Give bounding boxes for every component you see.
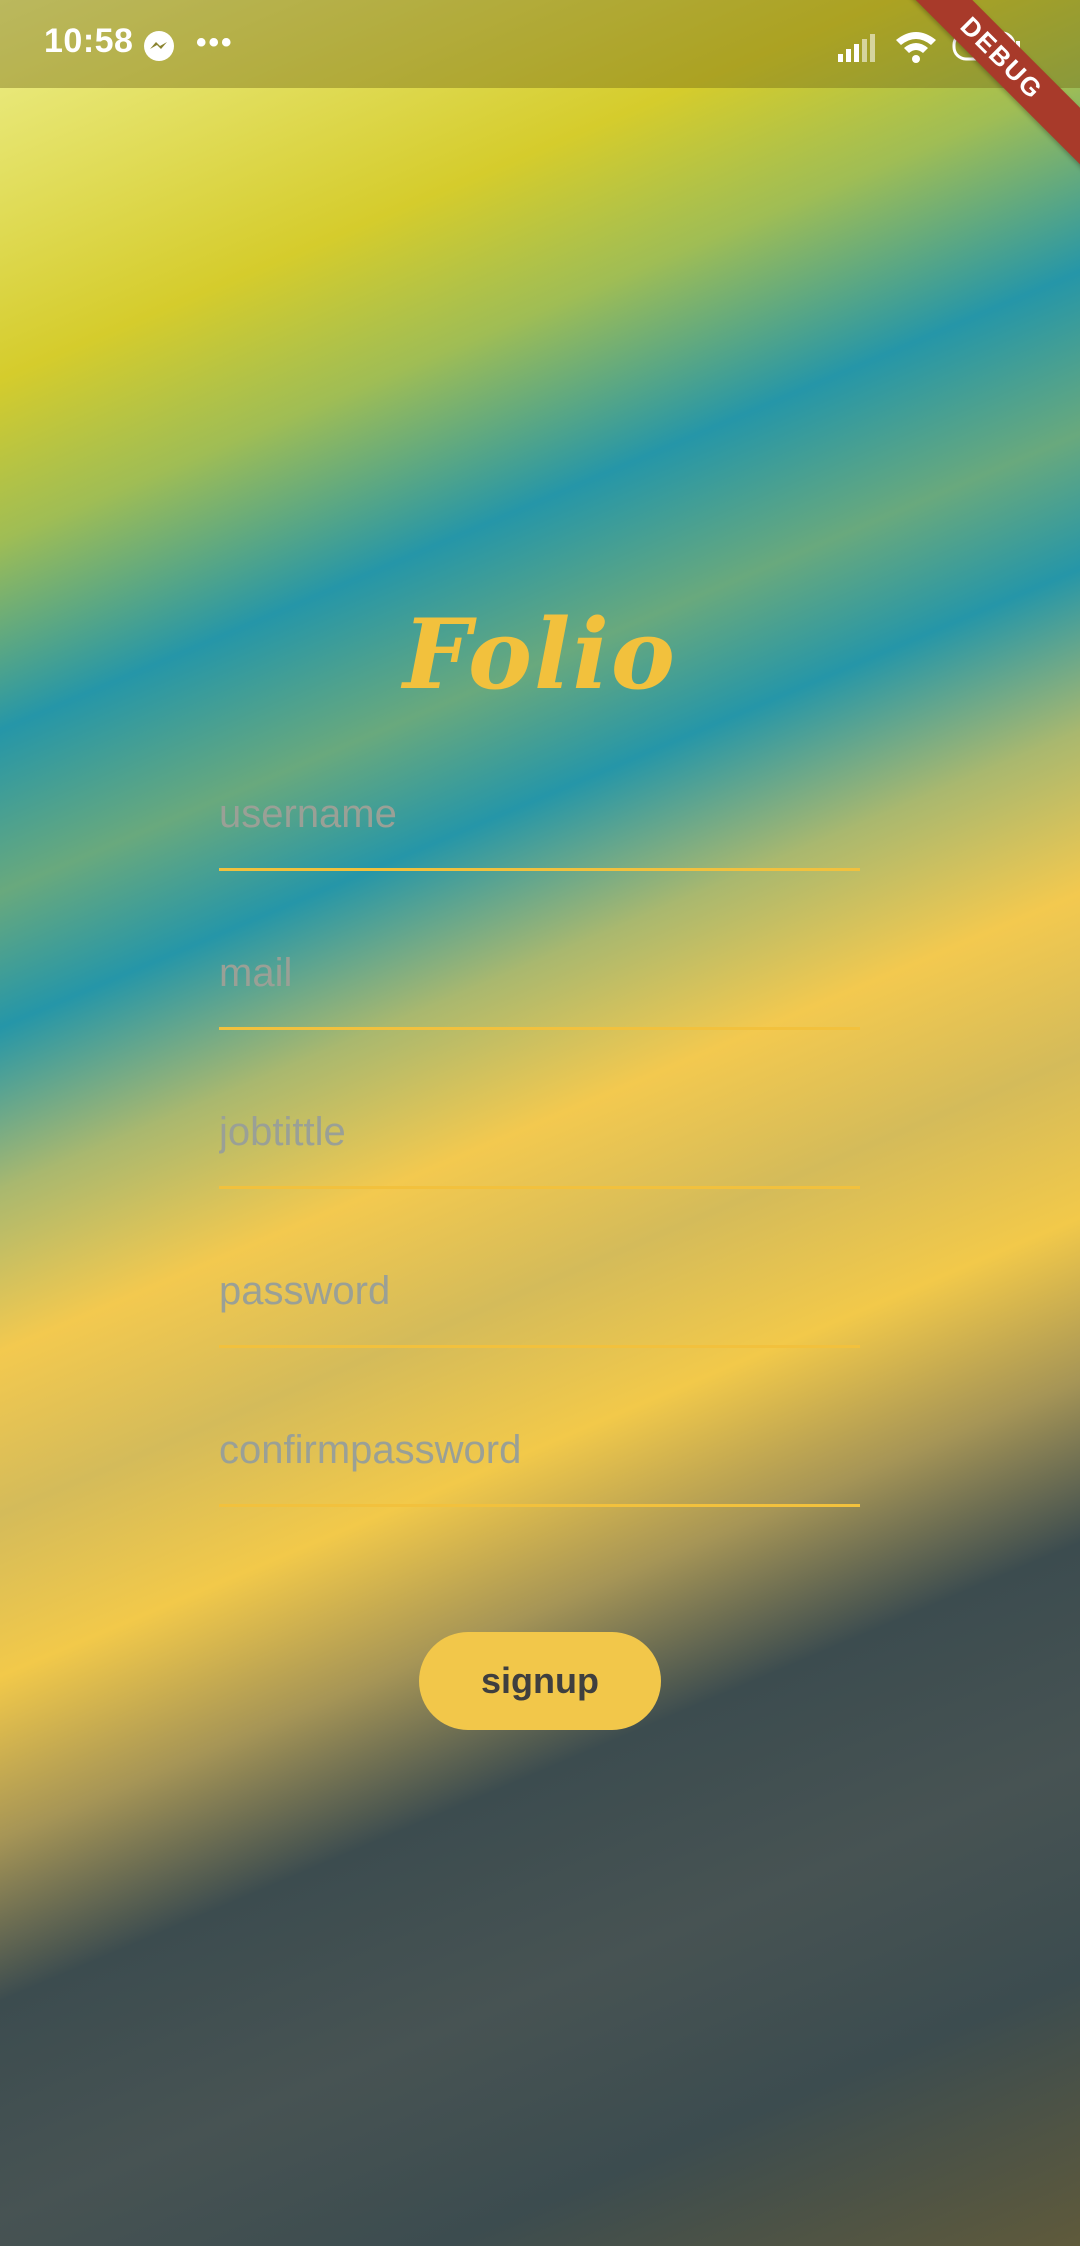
mail-input[interactable] <box>219 919 860 1030</box>
status-time: 10:58 <box>44 22 134 60</box>
dots-icon: ••• <box>196 26 234 59</box>
app-logo: Folio <box>403 598 677 711</box>
signup-form <box>219 760 860 1555</box>
password-input[interactable] <box>219 1237 860 1348</box>
confirm-password-input[interactable] <box>219 1396 860 1507</box>
status-bar: 10:58 ••• 26 <box>0 0 1080 88</box>
password-field-wrapper <box>219 1237 860 1396</box>
wifi-icon <box>896 32 936 63</box>
jobtitle-input[interactable] <box>219 1078 860 1189</box>
jobtitle-field-wrapper <box>219 1078 860 1237</box>
messenger-icon <box>144 31 174 61</box>
username-field-wrapper <box>219 760 860 919</box>
mail-field-wrapper <box>219 919 860 1078</box>
username-input[interactable] <box>219 760 860 871</box>
signal-icon <box>838 34 875 62</box>
signup-screen: 10:58 ••• 26 DEBUG Folio <box>0 0 1080 2246</box>
signup-button[interactable]: signup <box>419 1632 661 1730</box>
confirm-password-field-wrapper <box>219 1396 860 1555</box>
